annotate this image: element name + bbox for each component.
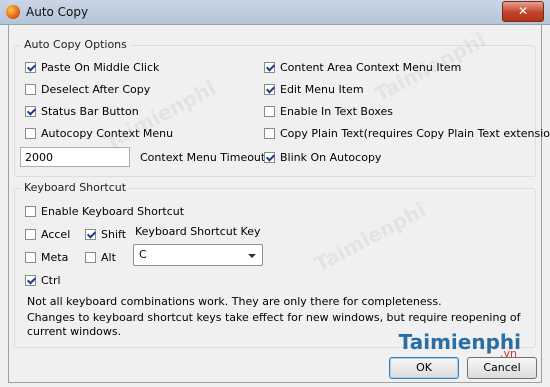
context-menu-timeout-input[interactable] xyxy=(20,147,130,167)
blink-on-autocopy-option[interactable]: Blink On Autocopy xyxy=(264,149,381,165)
shift-checkbox[interactable] xyxy=(85,228,96,240)
paste-on-middle-click-checkbox[interactable] xyxy=(25,61,36,73)
shift-option[interactable]: Shift xyxy=(85,226,126,242)
alt-option[interactable]: Alt xyxy=(85,249,116,265)
enable-in-text-boxes-option[interactable]: Enable In Text Boxes xyxy=(264,103,393,119)
meta-checkbox[interactable] xyxy=(25,251,36,263)
chevron-down-icon xyxy=(248,254,256,258)
context-menu-timeout-label: Context Menu Timeout xyxy=(140,151,266,164)
meta-option[interactable]: Meta xyxy=(25,249,68,265)
keyboard-shortcut-title: Keyboard Shortcut xyxy=(21,181,130,194)
ok-button[interactable]: OK xyxy=(389,357,459,379)
autocopy-context-menu-label: Autocopy Context Menu xyxy=(41,126,174,140)
blink-on-autocopy-checkbox[interactable] xyxy=(264,151,275,163)
ctrl-option[interactable]: Ctrl xyxy=(25,272,61,288)
status-bar-button-label: Status Bar Button xyxy=(41,104,139,118)
paste-on-middle-click-label: Paste On Middle Click xyxy=(41,60,160,74)
alt-label: Alt xyxy=(101,250,116,264)
keyboard-shortcut-group: Keyboard Shortcut Enable Keyboard Shortc… xyxy=(14,181,536,348)
title-bar: Auto Copy ✕ xyxy=(0,0,550,25)
shortcut-key-label: Keyboard Shortcut Key xyxy=(135,225,261,238)
paste-on-middle-click-option[interactable]: Paste On Middle Click xyxy=(25,59,159,75)
content-area-context-menu-item-option[interactable]: Content Area Context Menu Item xyxy=(264,59,461,75)
ctrl-label: Ctrl xyxy=(41,273,61,287)
shortcut-key-value: C xyxy=(139,248,147,261)
deselect-after-copy-option[interactable]: Deselect After Copy xyxy=(25,81,150,97)
shift-label: Shift xyxy=(101,227,127,241)
cancel-button[interactable]: Cancel xyxy=(467,357,537,379)
enable-in-text-boxes-checkbox[interactable] xyxy=(264,105,275,117)
accel-checkbox[interactable] xyxy=(25,228,36,240)
dialog-body: Auto Copy Options Paste On Middle Click … xyxy=(8,24,550,383)
auto-copy-options-title: Auto Copy Options xyxy=(21,38,130,51)
close-button[interactable]: ✕ xyxy=(502,1,544,22)
auto-copy-options-group: Auto Copy Options Paste On Middle Click … xyxy=(14,38,550,177)
autocopy-context-menu-checkbox[interactable] xyxy=(25,127,36,139)
autocopy-context-menu-option[interactable]: Autocopy Context Menu xyxy=(25,125,173,141)
shortcut-key-select[interactable]: C xyxy=(133,244,263,266)
ctrl-checkbox[interactable] xyxy=(25,274,36,286)
enable-keyboard-shortcut-option[interactable]: Enable Keyboard Shortcut xyxy=(25,203,184,219)
enable-in-text-boxes-label: Enable In Text Boxes xyxy=(280,104,394,118)
enable-keyboard-shortcut-checkbox[interactable] xyxy=(25,205,36,217)
content-area-context-menu-item-label: Content Area Context Menu Item xyxy=(280,60,462,74)
accel-option[interactable]: Accel xyxy=(25,226,70,242)
shortcut-note-completeness: Not all keyboard combinations work. They… xyxy=(27,295,442,308)
edit-menu-item-checkbox[interactable] xyxy=(264,83,275,95)
copy-plain-text-label: Copy Plain Text(requires Copy Plain Text… xyxy=(280,126,550,140)
enable-keyboard-shortcut-label: Enable Keyboard Shortcut xyxy=(41,204,185,218)
meta-label: Meta xyxy=(41,250,69,264)
status-bar-button-option[interactable]: Status Bar Button xyxy=(25,103,139,119)
window-title: Auto Copy xyxy=(26,5,89,19)
deselect-after-copy-checkbox[interactable] xyxy=(25,83,36,95)
accel-label: Accel xyxy=(41,227,71,241)
blink-on-autocopy-label: Blink On Autocopy xyxy=(280,150,382,164)
firefox-icon xyxy=(6,5,20,19)
alt-checkbox[interactable] xyxy=(85,251,96,263)
deselect-after-copy-label: Deselect After Copy xyxy=(41,82,151,96)
edit-menu-item-label: Edit Menu Item xyxy=(280,82,364,96)
content-area-context-menu-item-checkbox[interactable] xyxy=(264,61,275,73)
copy-plain-text-checkbox[interactable] xyxy=(264,127,275,139)
status-bar-button-checkbox[interactable] xyxy=(25,105,36,117)
edit-menu-item-option[interactable]: Edit Menu Item xyxy=(264,81,364,97)
copy-plain-text-option[interactable]: Copy Plain Text(requires Copy Plain Text… xyxy=(264,125,550,141)
